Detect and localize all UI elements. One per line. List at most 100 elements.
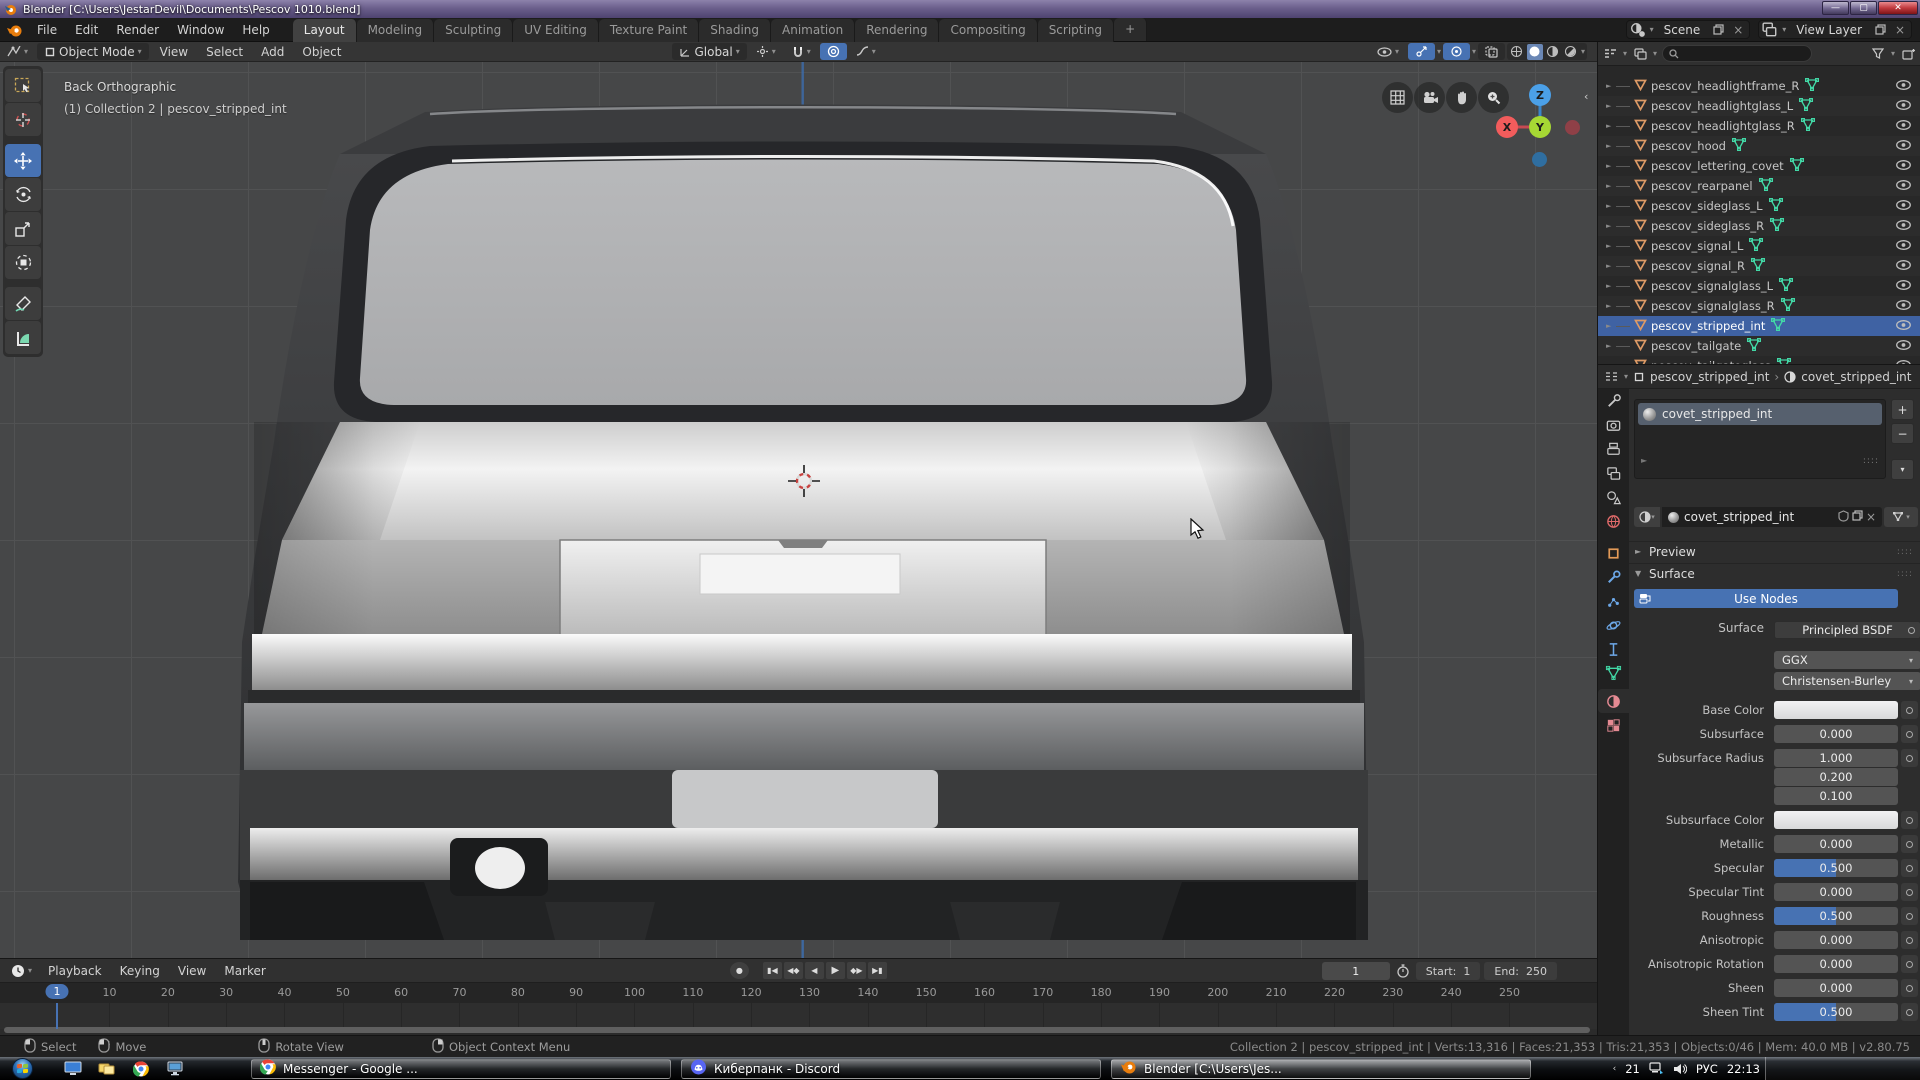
hide-in-viewport-eye-icon[interactable] <box>1896 319 1911 333</box>
slot-expand-arrow[interactable]: ► <box>1641 456 1647 466</box>
scene-selector[interactable]: ▾ Scene × <box>1626 20 1751 39</box>
next-keyframe-button[interactable]: ◆▶ <box>847 962 866 979</box>
timeline-menu-playback[interactable]: Playback <box>39 959 111 983</box>
volume-tray-icon[interactable] <box>1673 1063 1687 1075</box>
taskbar-app-chrome[interactable]: Messenger - Google ... <box>251 1059 671 1079</box>
topbar-menu-help[interactable]: Help <box>233 18 278 42</box>
copy-icon[interactable] <box>1872 22 1888 38</box>
windows-explorer-icon[interactable] <box>97 1060 117 1078</box>
expand-arrow-icon[interactable]: ► <box>1606 302 1616 310</box>
shading-dropdown[interactable]: ▾ <box>1581 47 1585 56</box>
object-name[interactable]: pescov_signal_L <box>1651 239 1743 253</box>
end-frame-field[interactable]: End:250 <box>1484 962 1557 980</box>
start-frame-field[interactable]: Start:1 <box>1416 962 1481 980</box>
outliner-item[interactable]: ►pescov_signalglass_L <box>1598 276 1920 296</box>
record-button[interactable]: ● <box>730 962 749 979</box>
rotate-tool[interactable] <box>5 178 41 211</box>
workspace-tab-animation[interactable]: Animation <box>771 19 855 42</box>
node-socket-button[interactable] <box>1901 1003 1918 1021</box>
outliner-item[interactable]: ►pescov_rearpanel <box>1598 176 1920 196</box>
outliner-item[interactable]: ►pescov_sideglass_L <box>1598 196 1920 216</box>
drag-grip[interactable]: :::: <box>1863 456 1879 466</box>
object-name[interactable]: pescov_rearpanel <box>1651 179 1753 193</box>
jump-to-end-button[interactable]: ▶▮ <box>868 962 887 979</box>
maximize-button[interactable]: ▢ <box>1850 1 1877 15</box>
properties-tab-view-layer[interactable] <box>1598 461 1629 485</box>
overlays-dropdown[interactable]: ▾ <box>1472 47 1476 56</box>
properties-tab-object[interactable] <box>1598 541 1629 565</box>
expand-arrow-icon[interactable]: ► <box>1606 142 1616 150</box>
language-indicator[interactable]: РУС <box>1696 1062 1718 1076</box>
add-workspace-button[interactable]: + <box>1114 18 1147 41</box>
workspace-tab-sculpting[interactable]: Sculpting <box>434 19 513 42</box>
hide-in-viewport-eye-icon[interactable] <box>1896 99 1911 113</box>
expand-arrow-icon[interactable]: ► <box>1606 162 1616 170</box>
material-slot[interactable]: covet_stripped_int <box>1638 403 1882 425</box>
outliner-item[interactable]: ► pescov_headlightglass_R <box>1598 116 1920 136</box>
outliner-item[interactable]: ►pescov_stripped_int <box>1598 316 1920 336</box>
node-socket-button[interactable] <box>1901 883 1918 901</box>
breadcrumb-object[interactable]: pescov_stripped_int <box>1650 370 1769 384</box>
chevron-down-icon[interactable]: ▾ <box>1653 49 1657 58</box>
preview-panel-header[interactable]: ►Preview:::: <box>1629 541 1920 561</box>
outliner-item[interactable]: ►pescov_tailgateglass <box>1598 356 1920 364</box>
view-layer-selector[interactable]: ▾ View Layer × <box>1758 20 1912 39</box>
expand-arrow-icon[interactable]: ► <box>1606 122 1616 130</box>
timeline-track[interactable] <box>0 1003 1597 1029</box>
hide-in-viewport-eye-icon[interactable] <box>1896 139 1911 153</box>
remove-slot-button[interactable]: − <box>1891 423 1914 444</box>
window-titlebar[interactable]: Blender [C:\Users\JestarDevil\Documents\… <box>0 0 1920 18</box>
property-color-swatch[interactable] <box>1774 701 1898 719</box>
start-button[interactable] <box>5 1058 39 1079</box>
annotate-tool[interactable] <box>5 287 41 320</box>
outliner-item[interactable]: ►pescov_hood <box>1598 136 1920 156</box>
object-name[interactable]: pescov_signalglass_R <box>1651 299 1775 313</box>
fake-user-shield-icon[interactable] <box>1838 510 1849 522</box>
topbar-menu-render[interactable]: Render <box>107 18 168 42</box>
node-socket-button[interactable] <box>1901 811 1918 829</box>
view-layer-name[interactable]: View Layer <box>1790 23 1868 37</box>
object-name[interactable]: pescov_sideglass_R <box>1651 219 1764 233</box>
timeline-menu-view[interactable]: View <box>169 959 215 983</box>
shading-rendered-button[interactable] <box>1563 44 1579 60</box>
workspace-tab-scripting[interactable]: Scripting <box>1038 19 1114 42</box>
current-frame-field[interactable]: 1 <box>1322 962 1390 980</box>
property-value-field[interactable]: 0.500 <box>1774 859 1898 877</box>
workspace-tab-shading[interactable]: Shading <box>699 19 771 42</box>
node-socket-button[interactable] <box>1901 749 1918 767</box>
xray-toggle[interactable] <box>1478 43 1505 60</box>
topbar-menu-edit[interactable]: Edit <box>66 18 107 42</box>
node-socket-button[interactable] <box>1901 955 1918 973</box>
workspace-tab-compositing[interactable]: Compositing <box>939 19 1037 42</box>
current-frame-indicator[interactable]: 1 <box>46 984 69 999</box>
property-value-field[interactable]: 0.000 <box>1774 955 1898 973</box>
node-tree-button[interactable]: ▾ <box>1884 507 1918 527</box>
property-value-field[interactable]: 0.100 <box>1774 787 1898 805</box>
overlays-toggle[interactable] <box>1443 43 1470 60</box>
outliner-item[interactable]: ►pescov_headlightglass_L <box>1598 96 1920 116</box>
expand-arrow-icon[interactable]: ► <box>1606 342 1616 350</box>
workspace-tab-rendering[interactable]: Rendering <box>855 19 939 42</box>
node-socket-button[interactable] <box>1901 979 1918 997</box>
axis-z-ball[interactable]: Z <box>1529 84 1551 106</box>
topbar-menu-file[interactable]: File <box>28 18 66 42</box>
property-value-field[interactable]: 1.000 <box>1774 749 1898 767</box>
properties-tab-output[interactable] <box>1598 437 1629 461</box>
previous-keyframe-button[interactable]: ◀◆ <box>784 962 803 979</box>
properties-tab-modifiers[interactable] <box>1598 565 1629 589</box>
hide-in-viewport-eye-icon[interactable] <box>1896 259 1911 273</box>
object-name[interactable]: pescov_headlightglass_R <box>1651 119 1795 133</box>
axis-neg-x-ball[interactable] <box>1565 120 1580 135</box>
axis-x-ball[interactable]: X <box>1496 116 1518 138</box>
computer-icon[interactable] <box>165 1060 185 1078</box>
hide-in-viewport-eye-icon[interactable] <box>1896 279 1911 293</box>
property-value-field[interactable]: 0.500 <box>1774 1003 1898 1021</box>
pan-hand-button[interactable] <box>1446 82 1477 113</box>
camera-view-button[interactable] <box>1414 82 1445 113</box>
chevron-down-icon[interactable]: ▾ <box>1624 372 1628 381</box>
properties-tab-scene[interactable] <box>1598 485 1629 509</box>
viewport-menu-view[interactable]: View <box>151 40 197 64</box>
object-name[interactable]: pescov_headlightframe_R <box>1651 79 1799 93</box>
hide-in-viewport-eye-icon[interactable] <box>1896 199 1911 213</box>
properties-tab-particles[interactable] <box>1598 589 1629 613</box>
